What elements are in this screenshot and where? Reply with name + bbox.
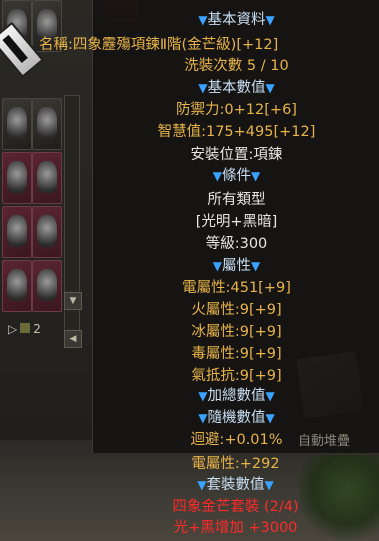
triangle-down-icon: ▼ <box>198 13 208 27</box>
set-name: 四象金芒套裝 (2/4) <box>172 499 299 515</box>
triangle-down-icon: ▼ <box>212 169 222 183</box>
poison-attribute: 毒屬性:9[+9] <box>191 346 282 362</box>
section-header-bonus: ▼加總數值▼ <box>198 388 275 404</box>
triangle-down-icon: ▼ <box>251 169 261 183</box>
qi-resist-attribute: 氣抵抗:9[+9] <box>191 368 282 384</box>
wisdom-stat: 智慧值:175+495[+12] <box>157 124 316 140</box>
section-header-conditions: ▼條件▼ <box>212 168 261 184</box>
triangle-down-icon: ▼ <box>264 478 274 492</box>
defense-stat: 防禦力:0+12[+6] <box>176 102 297 118</box>
triangle-down-icon: ▼ <box>265 81 275 95</box>
level-requirement: 等級:300 <box>205 236 268 252</box>
triangle-down-icon: ▼ <box>212 259 222 273</box>
equip-position: 安裝位置:項鍊 <box>190 147 283 163</box>
arrow-right-icon[interactable]: ▷ <box>8 322 17 336</box>
inventory-slot[interactable] <box>2 260 32 312</box>
inventory-slot[interactable] <box>32 260 62 312</box>
armor-item-icon <box>7 215 27 247</box>
inventory-page-bar[interactable]: ▷ 2 <box>8 322 98 340</box>
ice-attribute: 冰屬性:9[+9] <box>191 324 282 340</box>
armor-item-icon <box>7 161 27 193</box>
section-header-attributes: ▼屬性▼ <box>212 258 261 274</box>
inventory-slot[interactable] <box>2 206 32 258</box>
electric-attribute: 電屬性:451[+9] <box>182 280 291 296</box>
section-header-random: ▼隨機數值▼ <box>198 410 275 426</box>
wash-count: 洗裝次數 5 / 10 <box>184 58 289 74</box>
triangle-down-icon: ▼ <box>251 259 261 273</box>
page-square-icon <box>20 323 31 333</box>
triangle-down-icon: ▼ <box>198 389 208 403</box>
item-tooltip: ▼基本資料▼ 名稱:四象靂殤項鍊Ⅱ階(金芒級)[+12] 洗裝次數 5 / 10… <box>39 0 379 453</box>
scroll-down-icon[interactable]: ▼ <box>64 292 82 310</box>
alignment-requirement: [光明+黑暗] <box>195 214 278 230</box>
triangle-down-icon: ▼ <box>265 13 275 27</box>
item-name: 名稱:四象靂殤項鍊Ⅱ階(金芒級)[+12] <box>39 37 279 53</box>
cursor-strip <box>2 34 28 64</box>
section-header-base-values: ▼基本數值▼ <box>198 80 275 96</box>
auto-stack-button[interactable]: 自動堆疊 <box>298 430 350 449</box>
inventory-slot[interactable] <box>2 98 32 150</box>
set-bonus: 光+黑增加 +3000 <box>173 520 298 536</box>
inventory-slot[interactable] <box>32 152 62 204</box>
armor-item-icon <box>7 269 27 301</box>
fire-attribute: 火屬性:9[+9] <box>191 302 282 318</box>
inventory-slot[interactable] <box>32 206 62 258</box>
triangle-down-icon: ▼ <box>198 81 208 95</box>
triangle-down-icon: ▼ <box>198 411 208 425</box>
page-indicator: 2 <box>33 322 41 336</box>
armor-item-icon <box>37 107 57 139</box>
section-header-set: ▼套裝數值▼ <box>197 477 274 493</box>
section-header-basic: ▼基本資料▼ <box>198 12 275 28</box>
triangle-down-icon: ▼ <box>265 389 275 403</box>
electric-bonus-stat: 電屬性:+292 <box>191 456 280 472</box>
inventory-slot[interactable] <box>2 152 32 204</box>
armor-item-icon <box>7 107 27 139</box>
armor-item-icon <box>37 269 57 301</box>
glove-item-icon <box>37 215 57 247</box>
triangle-down-icon: ▼ <box>197 478 207 492</box>
inventory-slot[interactable] <box>32 98 62 150</box>
armor-item-icon <box>37 161 57 193</box>
triangle-down-icon: ▼ <box>265 411 275 425</box>
class-requirement: 所有類型 <box>207 192 266 208</box>
